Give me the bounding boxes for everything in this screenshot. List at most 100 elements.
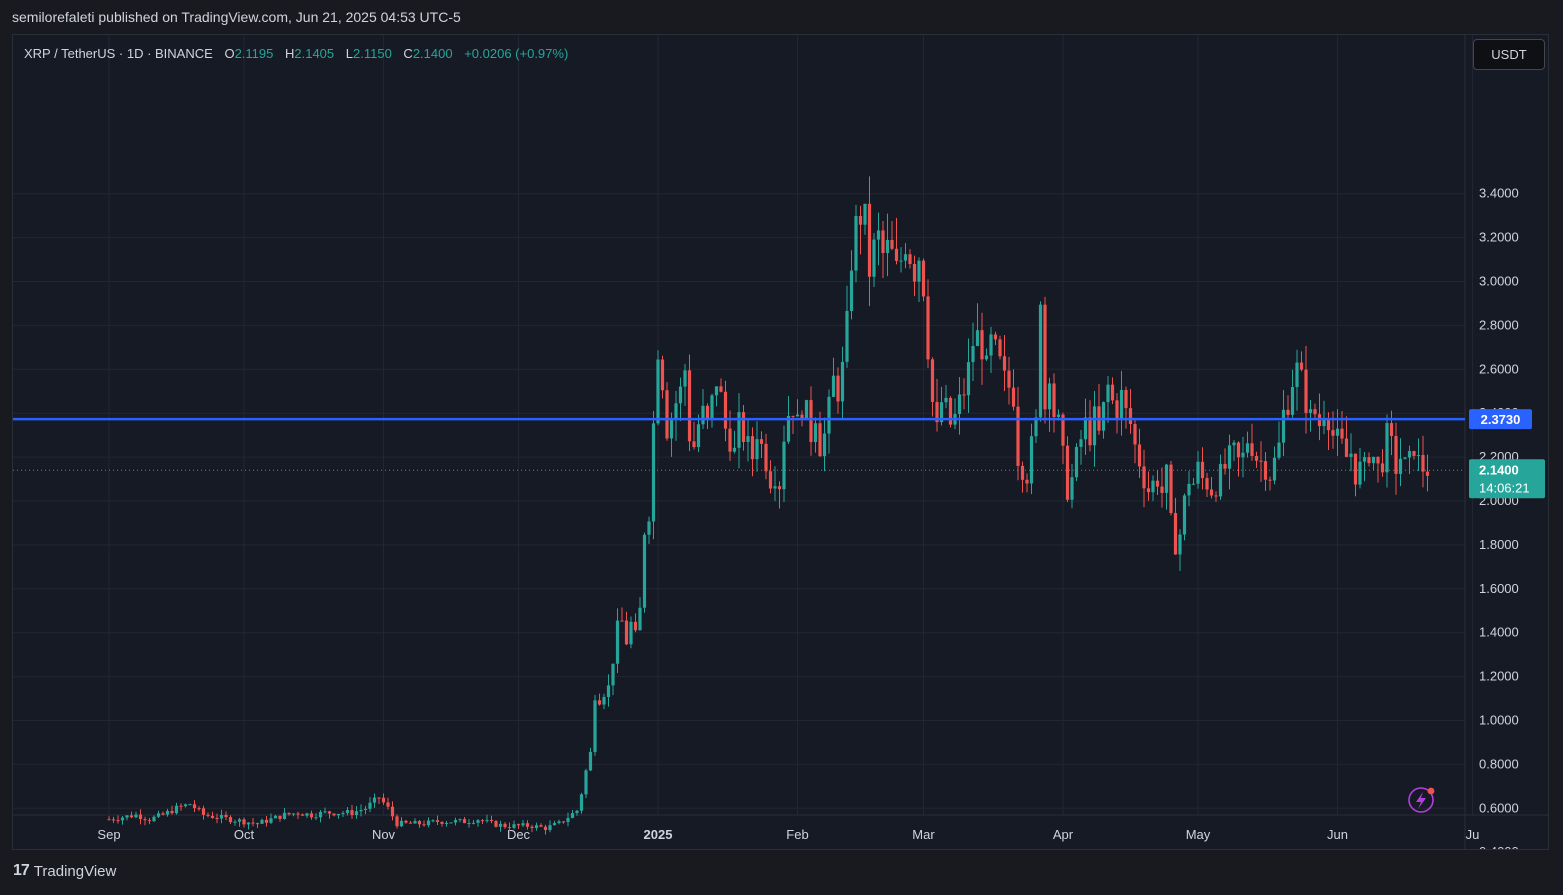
candle-body <box>822 433 827 457</box>
candle-body <box>768 471 773 489</box>
candle-body <box>629 621 633 645</box>
candle-body <box>305 813 309 816</box>
currency-button[interactable]: USDT <box>1473 39 1545 70</box>
candle <box>426 817 431 828</box>
candle-body <box>215 817 219 819</box>
x-tick-label: Feb <box>786 827 808 842</box>
candle-body <box>552 823 557 826</box>
candle <box>1205 472 1209 498</box>
candle-body <box>269 818 273 823</box>
candle <box>363 805 368 815</box>
candle-body <box>1151 480 1155 493</box>
candle-body <box>921 260 926 297</box>
candle <box>872 232 876 288</box>
candle-body <box>417 820 422 825</box>
candle <box>440 821 444 827</box>
candle <box>417 820 422 828</box>
candle-body <box>503 823 507 828</box>
candle-body <box>777 486 782 490</box>
candle <box>746 420 750 462</box>
symbol-label[interactable]: XRP / TetherUS · 1D · BINANCE <box>24 46 213 61</box>
candle-body <box>1115 400 1119 419</box>
candle <box>1416 438 1421 472</box>
candle <box>989 326 993 373</box>
candle <box>921 258 926 302</box>
candle <box>948 396 953 428</box>
candle <box>1304 346 1308 434</box>
candle <box>588 747 593 772</box>
candle-body <box>669 419 674 439</box>
candle <box>1371 456 1376 471</box>
candle <box>993 331 998 346</box>
candle <box>908 249 912 269</box>
candle-body <box>539 825 543 827</box>
candle-body <box>363 808 368 811</box>
candle <box>183 803 188 808</box>
candle <box>683 363 687 406</box>
candle-body <box>152 816 156 822</box>
candle <box>881 221 885 279</box>
candle <box>858 205 863 255</box>
candle <box>498 820 503 832</box>
candle <box>750 427 755 477</box>
candle <box>372 793 377 808</box>
candle-body <box>849 270 854 312</box>
candle-body <box>1137 444 1142 467</box>
candle-body <box>219 814 224 819</box>
candle <box>147 817 152 825</box>
candle <box>984 348 989 361</box>
candle <box>692 421 696 450</box>
candle-body <box>710 395 714 419</box>
candle-body <box>1380 463 1385 473</box>
candle-body <box>908 254 912 264</box>
candle-body <box>993 334 998 340</box>
candle-body <box>1043 304 1047 410</box>
candle-body <box>345 810 350 814</box>
candle <box>1241 436 1245 478</box>
candle <box>318 809 323 823</box>
candle-body <box>1394 436 1398 474</box>
candle-body <box>656 359 660 424</box>
candle <box>1290 369 1295 418</box>
candle-body <box>1308 409 1313 413</box>
candle-body <box>165 810 170 815</box>
candle <box>854 204 858 283</box>
candle <box>156 810 161 819</box>
candle-body <box>1038 304 1043 418</box>
price-chart[interactable]: 3.40003.20003.00002.80002.60002.40002.20… <box>13 35 1549 850</box>
candle-body <box>1281 409 1286 443</box>
candle-body <box>107 819 111 821</box>
candle <box>624 611 629 646</box>
candle-body <box>588 751 593 771</box>
candle <box>1155 470 1160 495</box>
candle <box>1407 445 1412 474</box>
candle-body <box>876 230 881 240</box>
candle-body <box>246 822 251 825</box>
candle-body <box>759 439 764 444</box>
candle <box>1016 387 1020 481</box>
candle <box>917 257 921 303</box>
y-tick-label: 0.4000 <box>1479 844 1519 850</box>
candle <box>138 809 143 825</box>
candle-body <box>1227 445 1232 469</box>
candle <box>759 431 764 458</box>
candle-body <box>1299 362 1304 370</box>
candle <box>980 312 984 385</box>
candle <box>1281 389 1286 457</box>
candle <box>444 820 449 827</box>
chart-panel[interactable]: 3.40003.20003.00002.80002.60002.40002.20… <box>12 34 1549 850</box>
candle-body <box>858 216 863 225</box>
candle-body <box>525 823 530 827</box>
candle-body <box>755 439 759 460</box>
tradingview-brand-text: TradingView <box>33 862 117 880</box>
candle-body <box>224 814 228 818</box>
candle-body <box>251 822 255 824</box>
candle-body <box>530 826 534 829</box>
tradingview-logo[interactable]: 17 TradingView <box>13 862 116 880</box>
candle-body <box>894 248 899 261</box>
candle-body <box>147 820 152 822</box>
candle <box>120 816 125 825</box>
candle <box>1083 398 1088 455</box>
candle-body <box>1412 451 1416 456</box>
candle-body <box>692 441 696 448</box>
